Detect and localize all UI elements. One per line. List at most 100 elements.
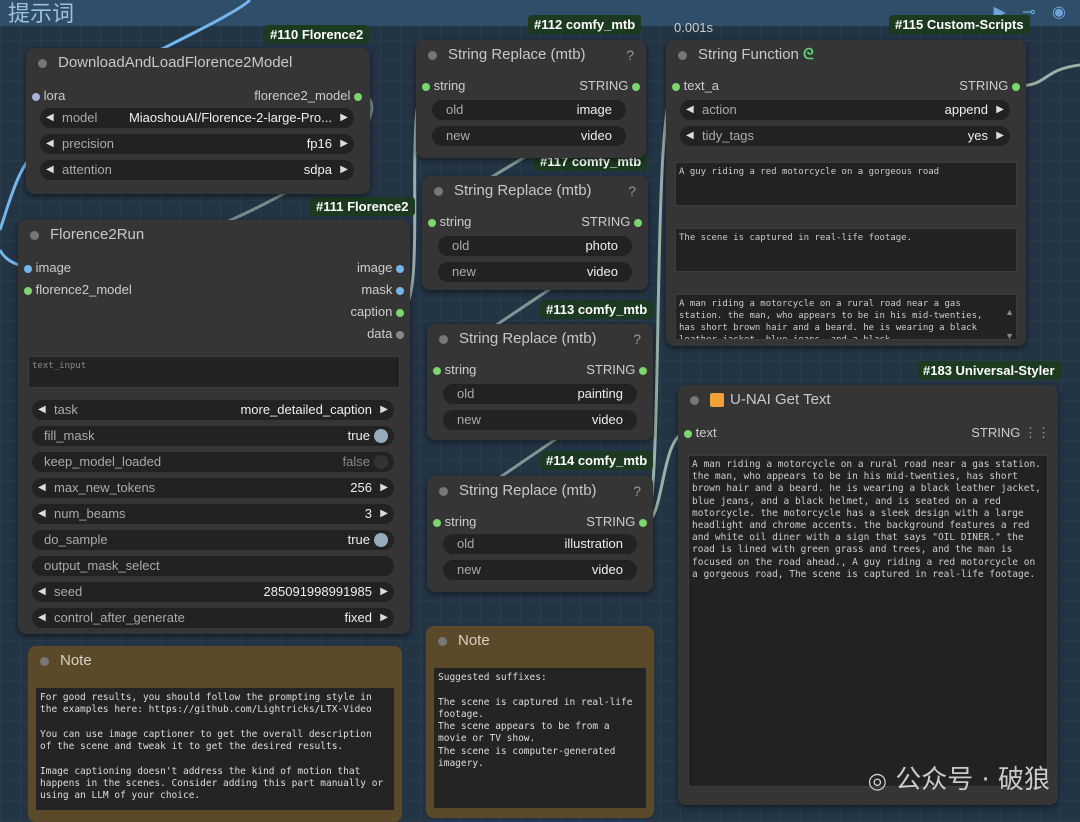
do-sample-toggle[interactable]: do_sample true xyxy=(32,530,394,550)
output-string[interactable]: STRING xyxy=(959,77,1020,95)
help-icon[interactable]: ? xyxy=(633,476,641,506)
output-socket-icon[interactable] xyxy=(396,264,404,273)
new-input[interactable]: new video xyxy=(443,410,637,430)
seed-input[interactable]: ◀ seed 285091998991985 ▶ xyxy=(32,582,394,602)
text-b-field[interactable]: A guy riding a red motorcycle on a gorge… xyxy=(675,162,1017,206)
collapse-dot-icon[interactable] xyxy=(428,51,437,60)
input-socket-icon[interactable] xyxy=(433,518,441,527)
left-arrow-icon[interactable]: ◀ xyxy=(38,504,46,524)
input-socket-icon[interactable] xyxy=(32,92,40,101)
input-text-a[interactable]: text_a xyxy=(672,77,719,95)
left-arrow-icon[interactable]: ◀ xyxy=(686,126,694,146)
node-header[interactable]: String Replace (mtb)? xyxy=(427,476,653,506)
output-image[interactable]: image xyxy=(357,259,404,277)
collapse-dot-icon[interactable] xyxy=(40,657,49,666)
output-string[interactable]: STRING xyxy=(586,361,647,379)
string-function-node[interactable]: String Function ᘓ text_a STRING ◀ action a… xyxy=(666,40,1026,346)
input-socket-icon[interactable] xyxy=(422,82,430,91)
collapse-dot-icon[interactable] xyxy=(690,396,699,405)
left-arrow-icon[interactable]: ◀ xyxy=(38,478,46,498)
toggle-on-icon[interactable] xyxy=(374,429,388,443)
left-arrow-icon[interactable]: ◀ xyxy=(46,134,54,154)
output-data[interactable]: data xyxy=(367,325,404,343)
right-arrow-icon[interactable]: ▶ xyxy=(340,160,348,180)
output-string[interactable]: STRING xyxy=(579,77,640,95)
left-arrow-icon[interactable]: ◀ xyxy=(46,108,54,128)
new-input[interactable]: new video xyxy=(438,262,632,282)
text-c-field[interactable]: The scene is captured in real-life foota… xyxy=(675,228,1017,272)
action-select[interactable]: ◀ action append ▶ xyxy=(680,100,1010,120)
collapse-dot-icon[interactable] xyxy=(439,487,448,496)
node-header[interactable]: String Function ᘓ xyxy=(666,40,1026,70)
node-header[interactable]: String Replace (mtb)? xyxy=(422,176,648,206)
note-node-2[interactable]: Note Suggested suffixes: The scene is ca… xyxy=(426,626,654,818)
right-arrow-icon[interactable]: ▶ xyxy=(996,100,1004,120)
tidy-tags-select[interactable]: ◀ tidy_tags yes ▶ xyxy=(680,126,1010,146)
help-icon[interactable]: ? xyxy=(626,40,634,70)
toggle-off-icon[interactable] xyxy=(374,455,388,469)
download-florence2-node[interactable]: DownloadAndLoadFlorence2Model lora flore… xyxy=(26,48,370,194)
text-input-field[interactable]: text_input xyxy=(28,356,400,388)
node-header[interactable]: String Replace (mtb)? xyxy=(416,40,646,70)
keep-model-loaded-toggle[interactable]: keep_model_loaded false xyxy=(32,452,394,472)
input-socket-icon[interactable] xyxy=(433,366,441,375)
left-arrow-icon[interactable]: ◀ xyxy=(46,160,54,180)
node-header[interactable]: Florence2Run xyxy=(18,220,410,250)
output-socket-icon[interactable] xyxy=(396,330,404,339)
toggle-on-icon[interactable] xyxy=(374,533,388,547)
output-socket-icon[interactable] xyxy=(639,518,647,527)
left-arrow-icon[interactable]: ◀ xyxy=(686,100,694,120)
left-arrow-icon[interactable]: ◀ xyxy=(38,400,46,420)
text-display[interactable]: A man riding a motorcycle on a rural roa… xyxy=(688,455,1048,787)
output-mask-select-input[interactable]: output_mask_select xyxy=(32,556,394,576)
collapse-dot-icon[interactable] xyxy=(434,187,443,196)
help-icon[interactable]: ? xyxy=(633,324,641,354)
input-socket-icon[interactable] xyxy=(684,429,692,438)
output-socket-icon[interactable] xyxy=(1012,82,1020,91)
output-string[interactable]: STRING ⋮⋮ xyxy=(971,424,1050,442)
output-caption[interactable]: caption xyxy=(350,303,404,321)
string-replace-node-117[interactable]: String Replace (mtb)? string STRING old p… xyxy=(422,176,648,290)
output-socket-icon[interactable] xyxy=(632,82,640,91)
node-header[interactable]: Note xyxy=(426,626,654,656)
input-socket-icon[interactable] xyxy=(24,286,32,295)
output-socket-icon[interactable] xyxy=(634,218,642,227)
left-arrow-icon[interactable]: ◀ xyxy=(38,582,46,602)
node-header[interactable]: U-NAI Get Text xyxy=(678,385,1058,415)
note-text[interactable]: For good results, you should follow the … xyxy=(36,688,394,810)
output-florence2-model[interactable]: florence2_model xyxy=(254,87,362,105)
right-arrow-icon[interactable]: ▶ xyxy=(380,478,388,498)
attention-select[interactable]: ◀ attention sdpa ▶ xyxy=(40,160,354,180)
scroll-arrows-icon[interactable]: ▲ ▼ xyxy=(1005,300,1014,348)
max-new-tokens-input[interactable]: ◀ max_new_tokens 256 ▶ xyxy=(32,478,394,498)
task-select[interactable]: ◀ task more_detailed_caption ▶ xyxy=(32,400,394,420)
input-string[interactable]: string xyxy=(428,213,471,231)
right-arrow-icon[interactable]: ▶ xyxy=(380,608,388,628)
string-replace-node-112[interactable]: String Replace (mtb)? string STRING old i… xyxy=(416,40,646,158)
right-arrow-icon[interactable]: ▶ xyxy=(380,504,388,524)
input-image[interactable]: image xyxy=(24,259,71,277)
right-arrow-icon[interactable]: ▶ xyxy=(340,108,348,128)
output-mask[interactable]: mask xyxy=(361,281,404,299)
result-text-field[interactable]: A man riding a motorcycle on a rural roa… xyxy=(675,294,1017,340)
right-arrow-icon[interactable]: ▶ xyxy=(996,126,1004,146)
collapse-dot-icon[interactable] xyxy=(439,335,448,344)
num-beams-input[interactable]: ◀ num_beams 3 ▶ xyxy=(32,504,394,524)
collapse-dot-icon[interactable] xyxy=(30,231,39,240)
input-florence2-model[interactable]: florence2_model xyxy=(24,281,132,299)
node-header[interactable]: String Replace (mtb)? xyxy=(427,324,653,354)
string-replace-node-114[interactable]: String Replace (mtb)? string STRING old i… xyxy=(427,476,653,592)
string-replace-node-113[interactable]: String Replace (mtb)? string STRING old p… xyxy=(427,324,653,440)
output-string[interactable]: STRING xyxy=(581,213,642,231)
left-arrow-icon[interactable]: ◀ xyxy=(38,608,46,628)
model-select[interactable]: ◀ model MiaoshouAI/Florence-2-large-Pro...… xyxy=(40,108,354,128)
get-text-node[interactable]: U-NAI Get Text text STRING ⋮⋮ A man ridi… xyxy=(678,385,1058,805)
right-arrow-icon[interactable]: ▶ xyxy=(340,134,348,154)
output-socket-icon[interactable] xyxy=(639,366,647,375)
grid-menu-icon[interactable]: ⋮⋮ xyxy=(1024,425,1050,440)
input-socket-icon[interactable] xyxy=(428,218,436,227)
note-text[interactable]: Suggested suffixes: The scene is capture… xyxy=(434,668,646,808)
old-input[interactable]: old painting xyxy=(443,384,637,404)
fill-mask-toggle[interactable]: fill_mask true xyxy=(32,426,394,446)
right-arrow-icon[interactable]: ▶ xyxy=(380,582,388,602)
